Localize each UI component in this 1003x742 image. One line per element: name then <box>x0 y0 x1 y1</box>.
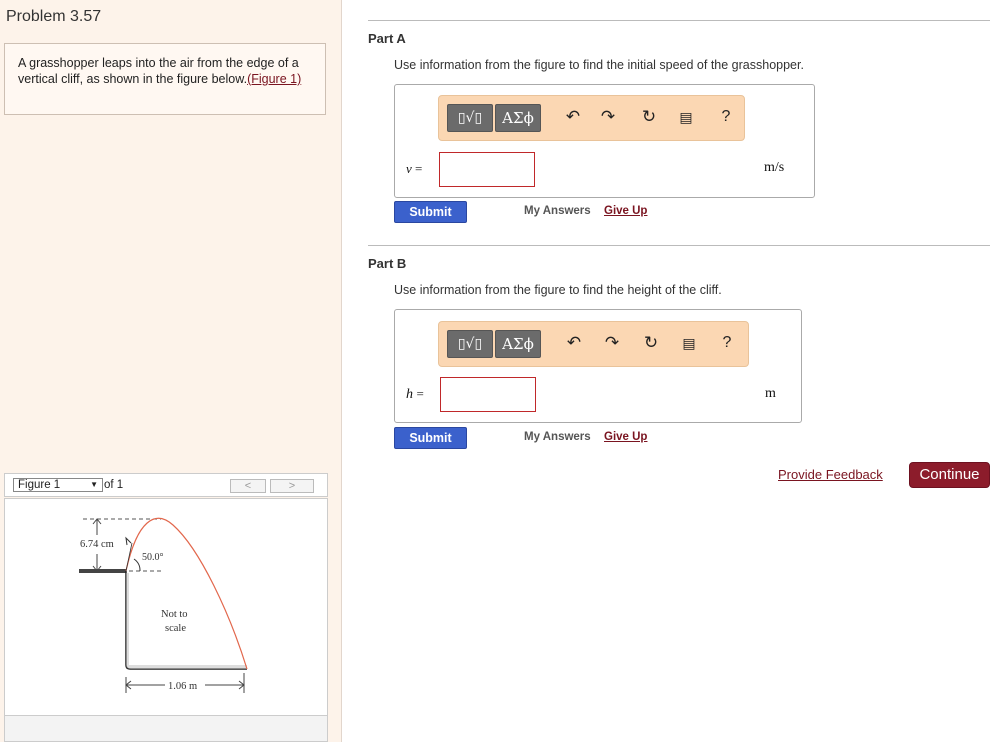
keyboard-icon[interactable]: ▤ <box>677 331 701 355</box>
figure-select-value: Figure 1 <box>18 479 61 491</box>
trajectory-path <box>125 517 248 670</box>
reset-icon[interactable]: ↻ <box>637 105 661 129</box>
height-label: 6.74 cm <box>80 539 114 550</box>
continue-button[interactable]: Continue <box>909 462 990 488</box>
next-figure-button[interactable]: > <box>270 479 314 493</box>
figure-select[interactable]: Figure 1 ▼ <box>13 478 103 492</box>
help-button[interactable]: ? <box>715 331 739 355</box>
problem-pane: Problem 3.57 A grasshopper leaps into th… <box>0 0 342 742</box>
dropdown-arrow-icon: ▼ <box>90 480 98 489</box>
problem-statement: A grasshopper leaps into the air from th… <box>18 55 318 87</box>
part-a-answer-input[interactable] <box>439 152 535 187</box>
provide-feedback-link[interactable]: Provide Feedback <box>778 467 883 482</box>
launch-direction-arrow-icon <box>125 536 132 546</box>
part-b-math-toolbar: ▯√▯ ΑΣϕ ↶ ↷ ↻ ▤ ? <box>438 321 749 367</box>
figure-link[interactable]: (Figure 1) <box>247 72 301 86</box>
part-a-submit-button[interactable]: Submit <box>394 201 467 223</box>
part-b-description: Use information from the figure to find … <box>394 283 722 297</box>
distance-label: 1.06 m <box>168 681 197 692</box>
help-button[interactable]: ? <box>714 105 738 129</box>
templates-button[interactable]: ▯√▯ <box>447 330 493 358</box>
launch-direction-line <box>125 542 133 572</box>
angle-label: 50.0° <box>142 552 164 563</box>
part-b-my-answers-link[interactable]: My Answers <box>524 431 591 443</box>
undo-icon[interactable]: ↶ <box>562 331 586 355</box>
angle-arc <box>133 558 141 572</box>
cliff-figure: 6.74 cm 50.0° Not to scale 1.06 m <box>79 517 248 693</box>
variable-symbol: v <box>406 161 412 176</box>
part-b-give-up-link[interactable]: Give Up <box>604 431 647 443</box>
part-a-answer-box: ▯√▯ ΑΣϕ ↶ ↷ ↻ ▤ ? v = m/s <box>394 84 815 198</box>
previous-figure-button[interactable]: < <box>230 479 266 493</box>
cliff-shade <box>126 573 247 669</box>
part-b-answer-box: ▯√▯ ΑΣϕ ↶ ↷ ↻ ▤ ? h = m <box>394 309 802 423</box>
redo-icon[interactable]: ↷ <box>600 331 624 355</box>
part-b-unit: m <box>765 386 776 401</box>
part-b-title: Part B <box>368 256 407 271</box>
keyboard-icon[interactable]: ▤ <box>674 105 698 129</box>
part-b-submit-button[interactable]: Submit <box>394 427 467 449</box>
part-a-my-answers-link[interactable]: My Answers <box>524 205 591 217</box>
templates-button[interactable]: ▯√▯ <box>447 104 493 132</box>
part-a-description: Use information from the figure to find … <box>394 58 804 72</box>
scale-note-line1: Not to <box>161 609 188 620</box>
symbols-button[interactable]: ΑΣϕ <box>495 104 541 132</box>
figure-navigation: Figure 1 ▼ of 1 < > <box>4 473 328 497</box>
reset-icon[interactable]: ↻ <box>639 331 663 355</box>
symbols-button[interactable]: ΑΣϕ <box>495 330 541 358</box>
variable-symbol: h <box>406 387 413 402</box>
problem-statement-box: A grasshopper leaps into the air from th… <box>4 43 326 115</box>
part-a-give-up-link[interactable]: Give Up <box>604 205 647 217</box>
part-a-divider <box>368 20 990 21</box>
part-b-answer-input[interactable] <box>440 377 536 412</box>
scale-note-line2: scale <box>165 623 186 634</box>
equals-sign: = <box>416 386 424 401</box>
problem-title: Problem 3.57 <box>6 8 102 25</box>
redo-icon[interactable]: ↷ <box>596 105 620 129</box>
undo-icon[interactable]: ↶ <box>561 105 585 129</box>
part-a-math-toolbar: ▯√▯ ΑΣϕ ↶ ↷ ↻ ▤ ? <box>438 95 745 141</box>
equals-sign: = <box>415 161 423 176</box>
part-a-variable-label: v = <box>406 161 422 177</box>
part-a-title: Part A <box>368 31 406 46</box>
figure-footer <box>4 716 328 742</box>
part-b-divider <box>368 245 990 246</box>
figure-count: of 1 <box>104 479 124 491</box>
part-b-variable-label: h = <box>406 386 424 403</box>
part-a-unit: m/s <box>764 160 785 175</box>
figure-panel: 6.74 cm 50.0° Not to scale 1.06 m <box>4 498 328 716</box>
